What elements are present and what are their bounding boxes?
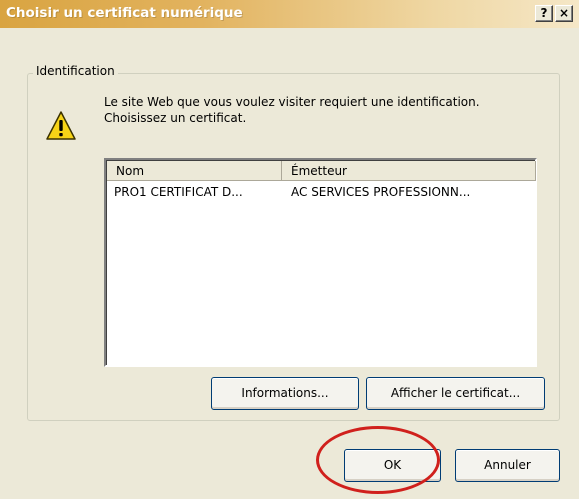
close-button[interactable]: × <box>555 5 573 22</box>
list-item[interactable]: PRO1 CERTIFICAT D... AC SERVICES PROFESS… <box>107 182 536 202</box>
identification-message: Le site Web que vous voulez visiter requ… <box>104 95 480 125</box>
column-header-nom[interactable]: Nom <box>107 161 282 181</box>
certificate-dialog: Choisir un certificat numérique ? × Iden… <box>0 0 579 499</box>
cancel-button[interactable]: Annuler <box>455 449 560 482</box>
help-button[interactable]: ? <box>535 5 553 22</box>
dialog-title: Choisir un certificat numérique <box>6 5 243 21</box>
column-header-emetteur[interactable]: Émetteur <box>282 161 536 181</box>
ok-button[interactable]: OK <box>344 449 441 482</box>
groupbox-legend: Identification <box>33 64 118 78</box>
warning-icon <box>46 111 76 140</box>
informations-button[interactable]: Informations... <box>211 377 359 410</box>
view-certificate-button[interactable]: Afficher le certificat... <box>366 377 545 410</box>
certificate-list[interactable]: Nom Émetteur PRO1 CERTIFICAT D... AC SER… <box>104 158 537 367</box>
title-bar[interactable]: Choisir un certificat numérique ? × <box>0 0 579 28</box>
certificate-name: PRO1 CERTIFICAT D... <box>114 185 243 199</box>
list-header: Nom Émetteur <box>107 161 536 181</box>
certificate-issuer: AC SERVICES PROFESSIONN... <box>291 185 471 199</box>
